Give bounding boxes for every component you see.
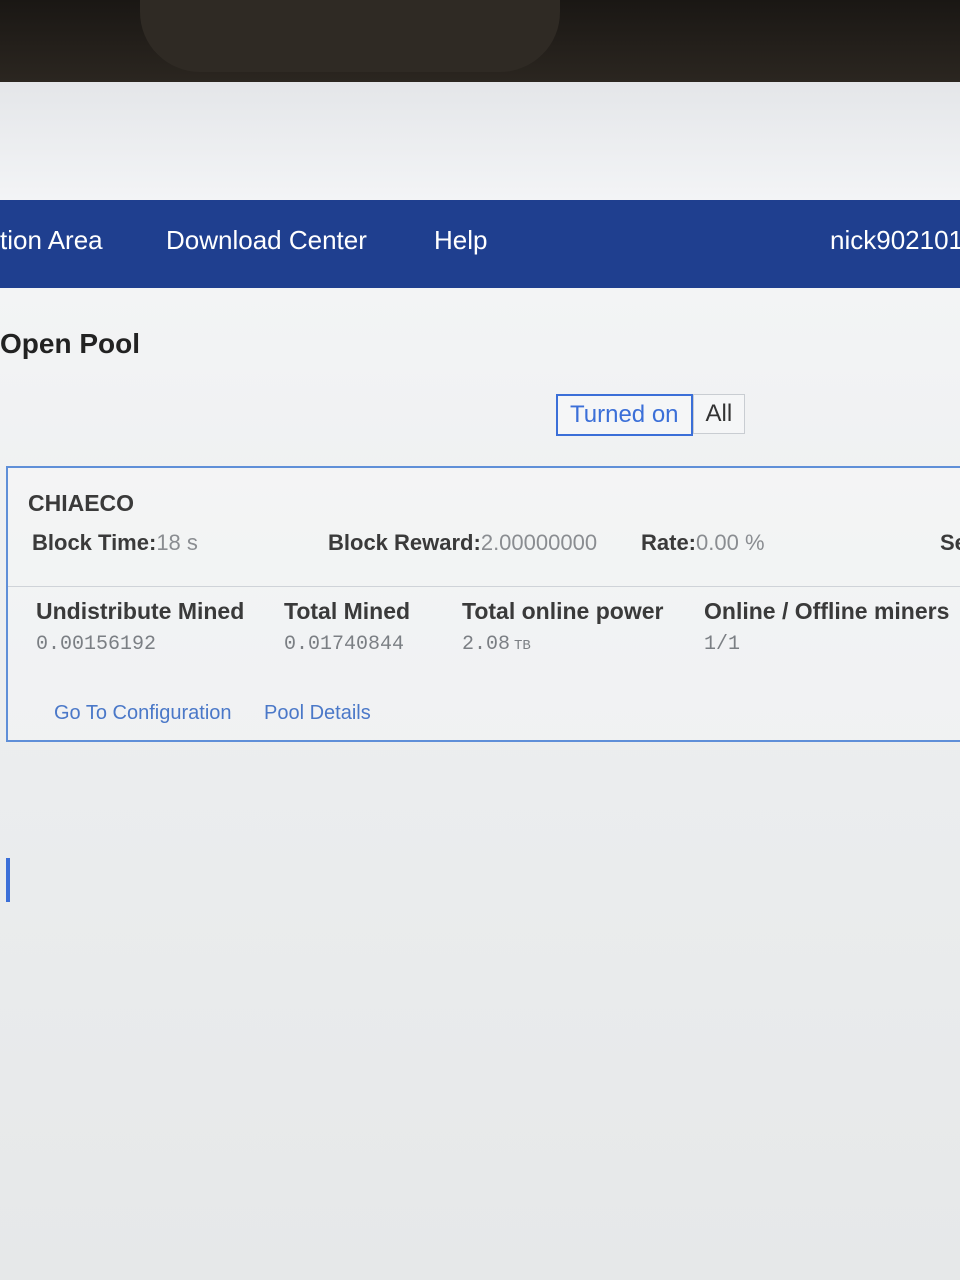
metric-unit: TB [514, 638, 531, 654]
text-cursor-bar [6, 858, 10, 902]
metric-value: 0.00156192 [36, 633, 157, 656]
metric-value: 1/1 [704, 633, 741, 656]
pool-filter-toggle: Turned on All [556, 394, 746, 436]
nav-item-download-center[interactable]: Download Center [166, 222, 367, 258]
browser-chrome [0, 82, 960, 200]
rate-value: 0.00 % [696, 530, 765, 555]
pool-details-link[interactable]: Pool Details [264, 702, 371, 725]
metric-value: 0.01740844 [284, 633, 405, 656]
rate-stat: Rate:0.00 % [641, 530, 765, 556]
filter-turned-on-button[interactable]: Turned on [556, 394, 693, 436]
filter-all-button[interactable]: All [692, 394, 746, 434]
nav-item-help[interactable]: Help [434, 222, 487, 258]
user-menu[interactable]: nick902101 [830, 222, 960, 258]
metric-total-mined: Total Mined 0.01740844 [284, 598, 410, 656]
metric-label: Undistribute Mined [36, 598, 245, 624]
block-reward-label: Block Reward: [328, 530, 481, 555]
monitor-bezel [0, 0, 960, 82]
metric-value: 2.08 [462, 633, 511, 656]
nav-item-application-area[interactable]: tion Area [0, 222, 103, 258]
truncated-stat-label: Se [940, 530, 960, 555]
rate-label: Rate: [641, 530, 697, 555]
metric-online-offline-miners: Online / Offline miners 1/1 [704, 598, 949, 656]
metric-label: Total Mined [284, 598, 411, 624]
top-navbar: tion Area Download Center Help nick90210… [0, 200, 960, 288]
block-time-value: 18 s [156, 530, 198, 555]
block-time-label: Block Time: [32, 530, 157, 555]
page-title: Open Pool [0, 328, 140, 359]
metric-value-row: 2.08 TB [462, 633, 663, 656]
metric-label: Total online power [462, 598, 664, 624]
metric-total-online-power: Total online power 2.08 TB [462, 598, 663, 656]
block-reward-stat: Block Reward:2.00000000 [328, 530, 597, 556]
pool-card: CHIAECO Block Time:18 s Block Reward:2.0… [6, 466, 960, 742]
metric-undistribute-mined: Undistribute Mined 0.00156192 [36, 598, 244, 656]
metric-label: Online / Offline miners [704, 598, 950, 624]
block-reward-value: 2.00000000 [480, 530, 598, 555]
block-time-stat: Block Time:18 s [32, 530, 198, 556]
main-content: Open Pool Turned on All CHIAECO Block Ti… [0, 288, 960, 1280]
webcam-housing [140, 0, 560, 72]
pool-name: CHIAECO [28, 490, 135, 516]
go-to-configuration-link[interactable]: Go To Configuration [54, 702, 232, 725]
card-divider [8, 586, 960, 587]
